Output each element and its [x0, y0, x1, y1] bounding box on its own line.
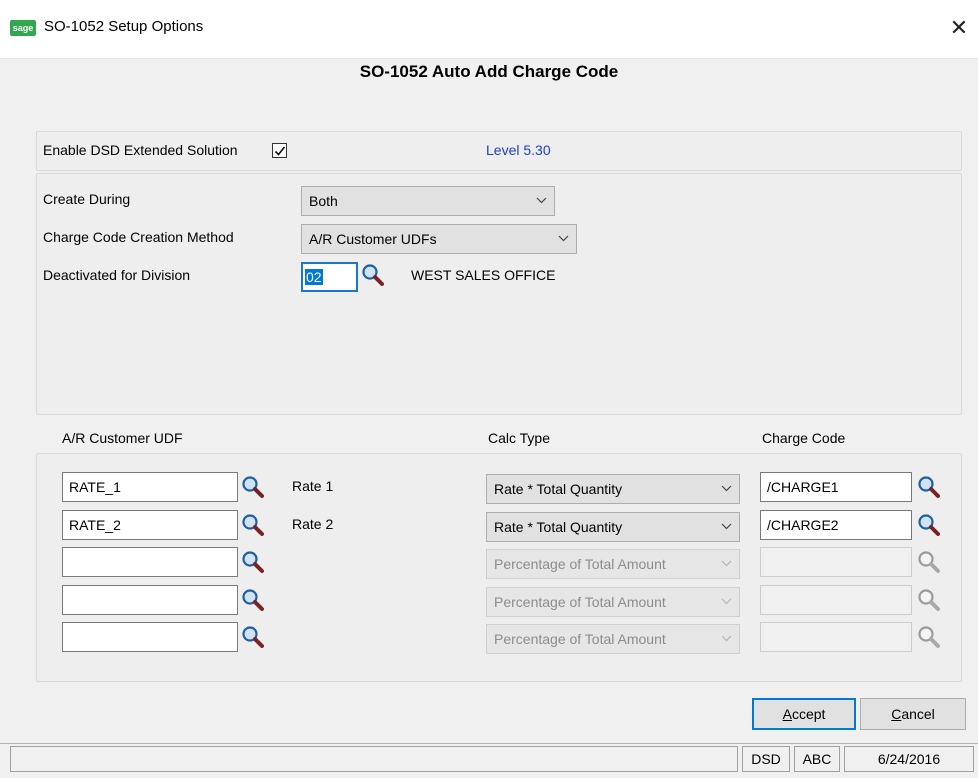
level-text: Level 5.30 [486, 142, 551, 158]
charge-code-input[interactable]: /CHARGE1 [760, 472, 912, 502]
cancel-label: ancel [901, 706, 935, 722]
cancel-button[interactable]: Cancel [860, 698, 966, 730]
create-during-value: Both [309, 193, 338, 209]
accept-mnemonic: A [782, 706, 792, 722]
charge-code-value: /CHARGE2 [767, 517, 839, 533]
calc-column-header: Calc Type [488, 430, 550, 446]
accept-button[interactable]: Accept [752, 698, 856, 730]
status-user: ABC [794, 746, 840, 772]
search-icon[interactable] [916, 474, 942, 500]
udf-column-header: A/R Customer UDF [62, 430, 183, 446]
window-title: SO-1052 Setup Options [44, 18, 204, 35]
calc-type-select: Percentage of Total Amount [486, 549, 740, 579]
udf-description: Rate 1 [292, 478, 334, 494]
accept-label: ccept [791, 706, 826, 722]
chevron-down-icon [721, 523, 732, 530]
search-icon[interactable] [916, 512, 942, 538]
status-date: 6/24/2016 [844, 746, 974, 772]
chevron-down-icon [721, 598, 732, 605]
calc-type-value: Percentage of Total Amount [494, 631, 666, 647]
calc-type-select[interactable]: Rate * Total Quantity [486, 512, 740, 542]
udf-value: RATE_1 [69, 479, 121, 495]
charge-code-input[interactable]: /CHARGE2 [760, 510, 912, 540]
status-company: DSD [742, 746, 790, 772]
sage-logo: sage [10, 20, 36, 36]
search-icon [918, 626, 940, 648]
calc-type-select[interactable]: Rate * Total Quantity [486, 474, 740, 504]
calc-type-value: Rate * Total Quantity [494, 519, 623, 535]
udf-input[interactable]: RATE_1 [62, 472, 238, 502]
enable-label: Enable DSD Extended Solution [43, 142, 238, 158]
chevron-down-icon [536, 197, 547, 204]
search-icon [918, 589, 940, 611]
chevron-down-icon [558, 235, 569, 242]
enable-checkbox[interactable] [272, 143, 287, 158]
title-bar: sage SO-1052 Setup Options ✕ [0, 0, 978, 59]
udf-description: Rate 2 [292, 516, 334, 532]
charge-code-value: /CHARGE1 [767, 479, 839, 495]
status-message [10, 746, 738, 772]
udf-input[interactable] [62, 622, 238, 652]
chevron-down-icon [721, 635, 732, 642]
check-icon [274, 146, 286, 156]
close-button[interactable]: ✕ [944, 12, 974, 44]
udf-value: RATE_2 [69, 517, 121, 533]
method-value: A/R Customer UDFs [309, 231, 437, 247]
division-name: WEST SALES OFFICE [411, 267, 556, 283]
calc-type-value: Percentage of Total Amount [494, 556, 666, 572]
charge-code-input [760, 622, 912, 652]
close-icon: ✕ [949, 15, 969, 40]
cancel-mnemonic: C [891, 706, 902, 722]
search-icon[interactable] [240, 624, 266, 650]
page-heading: SO-1052 Auto Add Charge Code [359, 62, 619, 81]
calc-type-select: Percentage of Total Amount [486, 587, 740, 617]
udf-input[interactable]: RATE_2 [62, 510, 238, 540]
search-icon [918, 551, 940, 573]
search-icon[interactable] [240, 474, 266, 500]
search-icon[interactable] [240, 512, 266, 538]
calc-type-value: Rate * Total Quantity [494, 481, 623, 497]
search-icon[interactable] [240, 587, 266, 613]
method-select[interactable]: A/R Customer UDFs [301, 224, 577, 254]
udf-input[interactable] [62, 585, 238, 615]
search-icon[interactable] [240, 549, 266, 575]
udf-input[interactable] [62, 547, 238, 577]
create-during-label: Create During [43, 191, 131, 207]
calc-type-value: Percentage of Total Amount [494, 594, 666, 610]
deactivated-label: Deactivated for Division [43, 267, 191, 283]
create-during-select[interactable]: Both [301, 186, 555, 216]
chevron-down-icon [721, 485, 732, 492]
search-icon[interactable] [360, 262, 386, 288]
division-value: 02 [305, 269, 323, 285]
calc-type-select: Percentage of Total Amount [486, 624, 740, 654]
method-label: Charge Code Creation Method [43, 229, 234, 245]
charge-column-header: Charge Code [762, 430, 846, 446]
chevron-down-icon [721, 560, 732, 567]
division-input[interactable]: 02 [301, 262, 358, 292]
charge-code-input [760, 547, 912, 577]
charge-code-input [760, 585, 912, 615]
